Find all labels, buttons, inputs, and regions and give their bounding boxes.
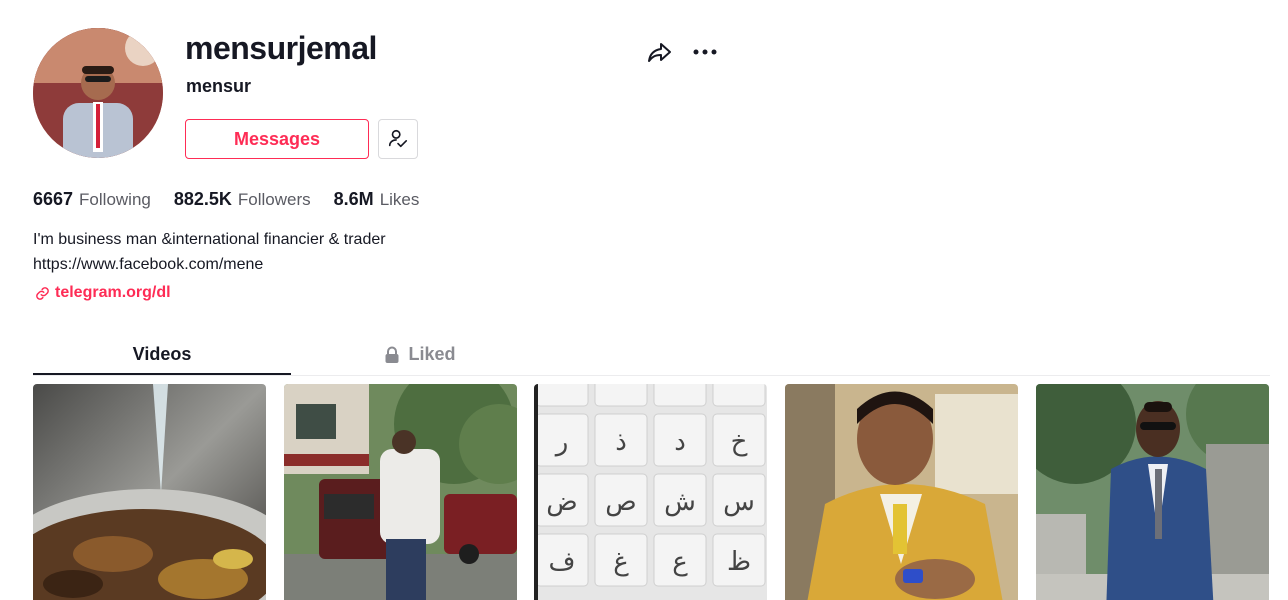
followers-label: Followers (237, 190, 311, 209)
followers-count: 882.5K (173, 189, 232, 209)
profile-bio: I'm business man &international financie… (33, 227, 386, 277)
svg-text:ذ: ذ (615, 427, 627, 457)
followers-stat[interactable]: 882.5K Followers (174, 189, 311, 210)
svg-text:ص: ص (605, 487, 636, 517)
lock-icon (385, 346, 399, 363)
video-thumbnail-blue-suit[interactable] (1036, 384, 1269, 600)
profile-nickname: mensur (186, 76, 252, 96)
video-thumbnail-yellow-suit[interactable] (785, 384, 1018, 600)
svg-text:خ: خ (731, 427, 748, 457)
svg-text:ش: ش (664, 487, 696, 517)
tab-liked-label: Liked (408, 344, 456, 364)
friend-status-button[interactable] (378, 119, 418, 159)
svg-text:س: س (723, 487, 755, 517)
tab-active-indicator (33, 373, 291, 375)
svg-text:ع: ع (672, 547, 688, 577)
video-thumbnail-street[interactable] (284, 384, 517, 600)
man-walking-street-image (284, 384, 517, 600)
friend-check-icon (388, 129, 408, 148)
more-icon[interactable] (690, 38, 720, 66)
food-pot-image (33, 384, 266, 600)
man-yellow-suit-image (785, 384, 1018, 600)
profile-tabs: Videos Liked (33, 334, 1270, 376)
likes-count: 8.6M (333, 189, 374, 209)
likes-label: Likes (379, 190, 420, 209)
svg-text:ظ: ظ (727, 547, 751, 577)
following-label: Following (79, 190, 151, 209)
following-stat[interactable]: 6667 Following (33, 189, 151, 210)
bio-link-text: telegram.org/dl (55, 284, 171, 301)
video-thumbnail-food[interactable] (33, 384, 266, 600)
link-icon (36, 286, 49, 300)
likes-stat: 8.6M Likes (334, 189, 420, 210)
svg-text:ف: ف (549, 547, 576, 577)
video-thumbnail-letters[interactable]: ر ذ د خ ضصشس ف غ ع ظ (534, 384, 767, 600)
svg-text:ر: ر (554, 427, 569, 457)
messages-button[interactable]: Messages (185, 119, 369, 159)
svg-text:د: د (674, 427, 686, 457)
arabic-letters-image: ر ذ د خ ضصشس ف غ ع ظ (534, 384, 767, 600)
svg-text:غ: غ (613, 547, 629, 577)
tab-videos-label: Videos (132, 344, 192, 364)
bio-line-2: https://www.facebook.com/mene (33, 256, 264, 273)
video-grid: ر ذ د خ ضصشس ف غ ع ظ (33, 384, 1270, 600)
tab-liked[interactable]: Liked (291, 334, 549, 375)
bio-line-1: I'm business man &international financie… (33, 231, 386, 248)
svg-text:ض: ض (546, 487, 577, 517)
following-count: 6667 (33, 189, 74, 209)
profile-username: mensurjemal (185, 30, 377, 66)
avatar[interactable] (33, 28, 163, 158)
avatar-image (33, 28, 163, 158)
share-icon[interactable] (646, 38, 674, 66)
profile-stats: 6667 Following 882.5K Followers 8.6M Lik… (33, 189, 442, 210)
bio-link[interactable]: telegram.org/dl (35, 284, 171, 302)
tab-videos[interactable]: Videos (33, 334, 291, 375)
man-blue-suit-image (1036, 384, 1269, 600)
